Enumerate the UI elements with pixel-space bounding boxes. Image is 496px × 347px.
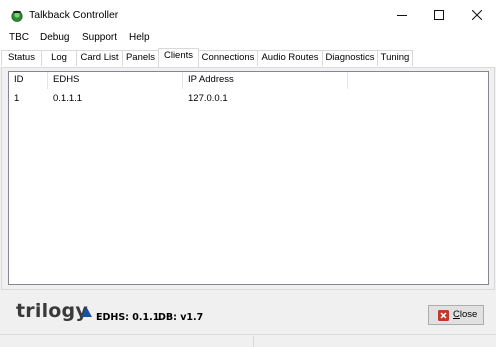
cell-ip-address: 127.0.0.1 (188, 93, 228, 104)
cell-id: 1 (14, 93, 20, 104)
tab-diagnostics[interactable]: Diagnostics (322, 50, 378, 66)
maximize-icon (434, 10, 444, 20)
menu-support[interactable]: Support (82, 32, 117, 43)
app-icon (11, 10, 23, 22)
minimize-button[interactable] (383, 0, 421, 30)
column-header-ip-address[interactable]: IP Address (183, 72, 348, 89)
status-bar (0, 334, 496, 347)
close-button-label: Close (453, 309, 477, 321)
column-header-edhs[interactable]: EDHS (48, 72, 183, 89)
close-icon (472, 10, 482, 20)
tab-clients[interactable]: Clients (158, 48, 199, 67)
trilogy-logo: trilogy (16, 300, 88, 322)
tab-audio-routes[interactable]: Audio Routes (257, 50, 323, 66)
close-label-rest: lose (459, 309, 478, 320)
db-version: DB: v1.7 (158, 312, 204, 323)
tab-connections[interactable]: Connections (198, 50, 258, 66)
tab-card-list[interactable]: Card List (76, 50, 123, 66)
table-row[interactable]: 1 0.1.1.1 127.0.0.1 (9, 91, 488, 106)
window-title: Talkback Controller (29, 9, 119, 21)
menu-debug[interactable]: Debug (40, 32, 69, 43)
cell-edhs: 0.1.1.1 (53, 93, 83, 104)
footer: trilogy EDHS: 0.1.1 DB: v1.7 Close (0, 290, 496, 334)
title-bar: Talkback Controller (0, 0, 496, 30)
clients-panel: ID EDHS IP Address 1 0.1.1.1 127.0.0.1 (1, 67, 495, 290)
close-accelerator: C (453, 309, 460, 320)
menu-tbc[interactable]: TBC (9, 32, 29, 43)
close-button[interactable]: Close (428, 305, 484, 325)
menu-bar: TBC Debug Support Help (0, 30, 496, 47)
red-x-icon (438, 310, 449, 321)
minimize-icon (397, 15, 407, 16)
menu-help[interactable]: Help (129, 32, 150, 43)
talkback-controller-window: Talkback Controller TBC Debug Support He… (0, 0, 496, 347)
close-window-button[interactable] (458, 0, 496, 30)
list-header: ID EDHS IP Address (9, 72, 488, 89)
status-divider (253, 336, 254, 347)
maximize-button[interactable] (420, 0, 458, 30)
tab-status[interactable]: Status (1, 50, 42, 66)
tab-log[interactable]: Log (41, 50, 77, 66)
column-header-id[interactable]: ID (9, 72, 48, 89)
edhs-version: EDHS: 0.1.1 (96, 312, 160, 323)
tab-panels[interactable]: Panels (122, 50, 159, 66)
clients-list[interactable]: ID EDHS IP Address 1 0.1.1.1 127.0.0.1 (8, 71, 489, 285)
triangle-logo-icon (81, 307, 92, 317)
tab-strip: Status Log Card List Panels Clients Conn… (0, 47, 496, 67)
tab-tuning[interactable]: Tuning (377, 50, 413, 66)
